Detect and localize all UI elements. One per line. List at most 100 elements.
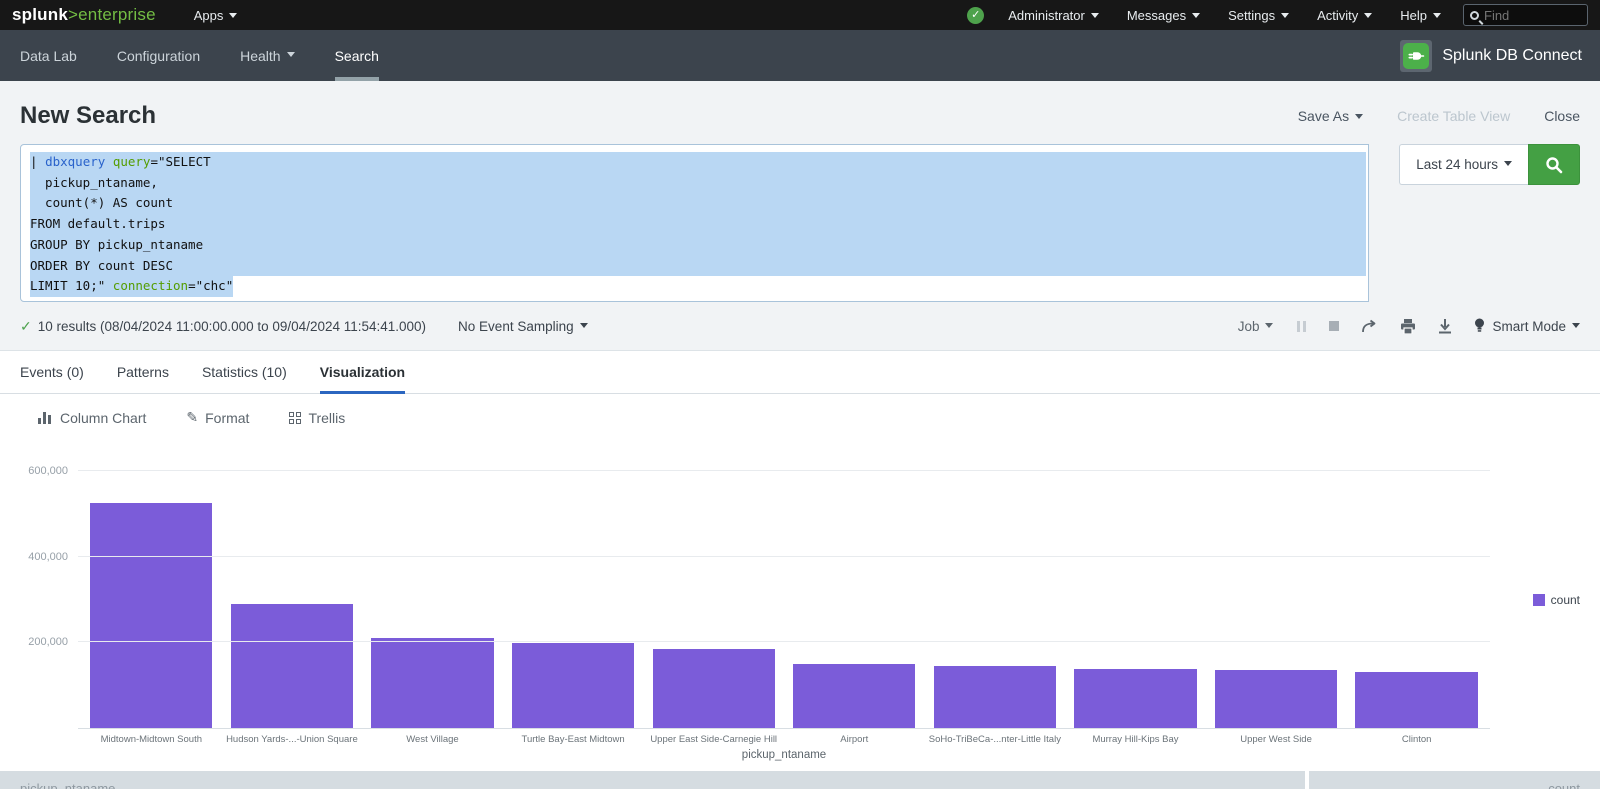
- apps-menu[interactable]: Apps: [180, 8, 252, 23]
- argument-token: query: [113, 154, 151, 169]
- find-input[interactable]: [1484, 8, 1574, 23]
- text-token: ="chc": [188, 278, 233, 293]
- column-header-pickup-ntaname[interactable]: pickup_ntaname: [0, 771, 1305, 789]
- selection-fill: [158, 173, 1366, 194]
- results-bar: ✓ 10 results (08/04/2024 11:00:00.000 to…: [0, 302, 1600, 350]
- search-query-input[interactable]: | dbxquery query="SELECT pickup_ntaname,…: [20, 144, 1369, 302]
- column-header-label: pickup_ntaname: [20, 781, 115, 789]
- chevron-down-icon: [580, 323, 588, 328]
- search-submit-button[interactable]: [1528, 144, 1580, 185]
- menu-label: Help: [1400, 8, 1427, 23]
- print-button[interactable]: [1400, 319, 1416, 334]
- format-label: Format: [205, 410, 249, 426]
- tab-events-0[interactable]: Events (0): [20, 351, 84, 393]
- bar-slot: Turtle Bay-East Midtown: [503, 456, 644, 728]
- bar-turtle-bay-east-midtown[interactable]: [512, 643, 634, 728]
- chart-type-button[interactable]: Column Chart: [38, 410, 146, 426]
- text-token: GROUP BY pickup_ntaname: [30, 237, 203, 252]
- bar-airport[interactable]: [793, 664, 915, 728]
- bar-upper-east-side-carnegie-hill[interactable]: [653, 649, 775, 728]
- tab-visualization[interactable]: Visualization: [320, 351, 405, 393]
- bar-midtown-midtown-south[interactable]: [90, 503, 212, 728]
- topbar-menu-activity[interactable]: Activity: [1303, 8, 1386, 23]
- bar-murray-hill-kips-bay[interactable]: [1074, 669, 1196, 728]
- results-tabs: Events (0) Patterns Statistics (10) Visuali…: [0, 350, 1600, 394]
- bar-west-village[interactable]: [371, 638, 493, 728]
- health-ok-icon[interactable]: ✓: [967, 7, 984, 24]
- chevron-down-icon: [1192, 13, 1200, 18]
- app-title: Splunk DB Connect: [1442, 47, 1582, 65]
- bar-upper-west-side[interactable]: [1215, 670, 1337, 728]
- topbar-menu-help[interactable]: Help: [1386, 8, 1455, 23]
- app-identity[interactable]: Splunk DB Connect: [1400, 30, 1600, 81]
- column-chart-icon: [38, 412, 53, 424]
- bar-hudson-yards-union-square[interactable]: [231, 604, 353, 728]
- query-line-6: ORDER BY count DESC: [30, 256, 1366, 277]
- y-tick-label: 600,000: [28, 465, 68, 477]
- chevron-down-icon: [229, 13, 237, 18]
- logo-product: enterprise: [78, 5, 156, 24]
- nav-item-data-lab[interactable]: Data Lab: [0, 30, 97, 81]
- export-icon: [1438, 319, 1452, 334]
- chevron-down-icon: [1355, 114, 1363, 119]
- trellis-label: Trellis: [308, 410, 345, 426]
- stop-button[interactable]: [1329, 321, 1339, 331]
- chart-legend[interactable]: count: [1533, 593, 1580, 607]
- top-bar: splunk>enterprise Apps ✓ Administrator M…: [0, 0, 1600, 30]
- query-line-4: FROM default.trips: [30, 214, 1366, 235]
- selection-fill: [173, 193, 1366, 214]
- column-header-count[interactable]: count: [1309, 771, 1600, 789]
- format-button[interactable]: ✎ Format: [186, 409, 249, 426]
- bar-slot: Airport: [784, 456, 925, 728]
- account-menu-label: Administrator: [1008, 8, 1085, 23]
- plug-icon: [1403, 43, 1429, 69]
- menu-label: Activity: [1317, 8, 1358, 23]
- save-as-label: Save As: [1298, 108, 1349, 124]
- query-line-1: | dbxquery query="SELECT: [30, 152, 1366, 173]
- stop-icon: [1329, 321, 1339, 331]
- event-sampling-menu[interactable]: No Event Sampling: [458, 319, 588, 334]
- share-button[interactable]: [1361, 319, 1378, 334]
- chart-plot-area: Midtown-Midtown SouthHudson Yards-...-Un…: [78, 456, 1490, 729]
- selected-text: | dbxquery query="SELECT: [30, 152, 211, 173]
- save-as-button[interactable]: Save As: [1298, 108, 1363, 124]
- time-range-picker[interactable]: Last 24 hours: [1399, 144, 1528, 185]
- export-button[interactable]: [1438, 319, 1452, 334]
- topbar-right: ✓ Administrator MessagesSettings Activity…: [967, 4, 1600, 26]
- create-table-view-button: Create Table View: [1397, 108, 1510, 124]
- nav-item-configuration[interactable]: Configuration: [97, 30, 220, 81]
- selection-fill: [211, 152, 1367, 173]
- text-token: ="SELECT: [150, 154, 210, 169]
- x-axis-title: pickup_ntaname: [78, 749, 1490, 761]
- bar-clinton[interactable]: [1355, 672, 1477, 728]
- bar-soho-tribeca-nter-little-italy[interactable]: [934, 666, 1056, 728]
- column-header-label: count: [1548, 781, 1580, 789]
- chevron-down-icon: [1433, 13, 1441, 18]
- query-line-3: count(*) AS count: [30, 193, 1366, 214]
- chevron-down-icon: [1364, 13, 1372, 18]
- event-sampling-label: No Event Sampling: [458, 319, 574, 334]
- visualization-panel: Column Chart ✎ Format Trellis count Midt…: [0, 394, 1600, 789]
- query-line-5: GROUP BY pickup_ntaname: [30, 235, 1366, 256]
- job-controls: Job Smart Mode: [1216, 318, 1580, 334]
- pause-button[interactable]: [1295, 321, 1307, 332]
- search-mode-menu[interactable]: Smart Mode: [1474, 318, 1580, 334]
- trellis-button[interactable]: Trellis: [289, 410, 345, 426]
- nav-item-health[interactable]: Health: [220, 30, 314, 81]
- nav-item-search[interactable]: Search: [315, 30, 399, 81]
- bar-slot: West Village: [362, 456, 503, 728]
- job-menu[interactable]: Job: [1238, 319, 1274, 334]
- page-body: New Search Save As Create Table View Clo…: [0, 81, 1600, 789]
- logo-arrow: >: [68, 5, 78, 24]
- topbar-menu-messages[interactable]: Messages: [1113, 8, 1214, 23]
- account-menu[interactable]: Administrator: [994, 8, 1113, 23]
- selection-fill: [173, 256, 1366, 277]
- find-box[interactable]: [1463, 4, 1588, 26]
- tab-statistics-10[interactable]: Statistics (10): [202, 351, 287, 393]
- topbar-menu-settings[interactable]: Settings: [1214, 8, 1303, 23]
- splunk-logo[interactable]: splunk>enterprise: [12, 5, 156, 25]
- bar-slot: SoHo-TriBeCa-...nter-Little Italy: [925, 456, 1066, 728]
- tab-patterns[interactable]: Patterns: [117, 351, 169, 393]
- viz-controls: Column Chart ✎ Format Trellis: [0, 394, 1600, 441]
- close-button[interactable]: Close: [1544, 108, 1580, 124]
